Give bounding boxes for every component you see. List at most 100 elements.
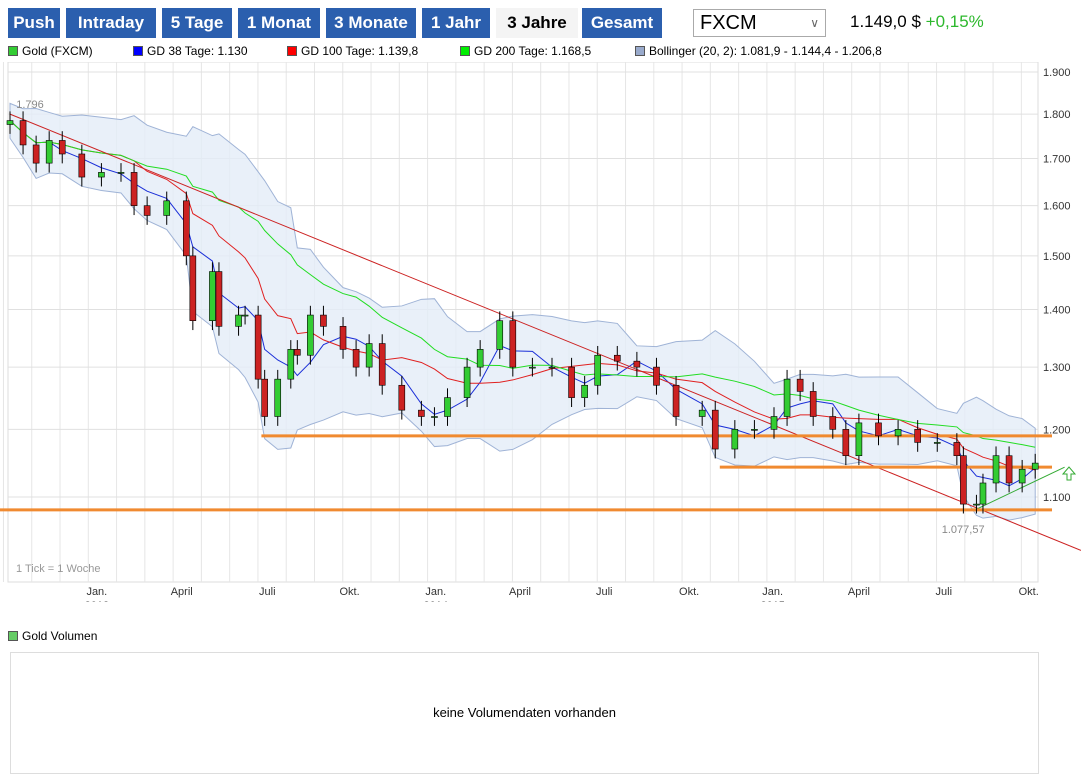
candle-body <box>933 442 941 444</box>
candle-body <box>58 140 66 155</box>
candle-body <box>209 271 216 321</box>
candle-body <box>653 366 660 386</box>
x-tick-year: 2014 <box>424 600 448 602</box>
y-tick-label: 1.400 <box>1043 304 1071 316</box>
candle-body <box>633 360 641 368</box>
x-tick-year: 2015 <box>760 600 784 602</box>
y-tick-label: 1.600 <box>1043 201 1071 213</box>
candle-body <box>1018 468 1026 484</box>
candle-body <box>294 349 301 356</box>
candle-body <box>731 429 739 450</box>
candle-body <box>117 172 125 174</box>
candle-body <box>143 205 151 216</box>
candle-body <box>672 384 680 417</box>
exchange-select-value: FXCM <box>700 12 757 34</box>
candle-body <box>875 422 882 437</box>
candle-body <box>98 172 105 178</box>
price-chart: 1.9001.8001.7001.6001.5001.4001.3001.200… <box>0 62 1081 602</box>
candle-body <box>914 429 921 443</box>
candle-body <box>509 320 517 368</box>
period-button-gesamt[interactable]: Gesamt <box>582 8 662 38</box>
period-button-intraday[interactable]: Intraday <box>66 8 156 38</box>
candle-body <box>711 409 719 450</box>
candle-body <box>973 503 980 506</box>
candle <box>209 262 216 331</box>
candle-body <box>45 140 53 164</box>
legend-item: GD 100 Tage: 1.139,8 <box>287 44 418 58</box>
period-button-push[interactable]: Push <box>8 8 60 38</box>
x-tick-label: April <box>509 586 531 598</box>
period-button-3-jahre[interactable]: 3 Jahre <box>496 8 578 38</box>
legend-swatch <box>460 46 470 56</box>
candle-body <box>78 153 86 178</box>
x-tick-year: 2013 <box>85 600 109 602</box>
candle-body <box>307 314 314 356</box>
candle-body <box>235 314 242 327</box>
legend-item: GD 200 Tage: 1.168,5 <box>460 44 591 58</box>
candle-body <box>770 416 778 430</box>
period-button-1-jahr[interactable]: 1 Jahr <box>422 8 490 38</box>
x-tick-label: April <box>171 586 193 598</box>
volume-legend-label: Gold Volumen <box>22 629 98 643</box>
price-annotation: 1.796 <box>16 99 44 111</box>
candle-body <box>829 416 837 430</box>
candle-body <box>960 455 967 505</box>
candle-body <box>320 314 327 327</box>
x-tick-label: Jan. <box>762 586 783 598</box>
y-tick-label: 1.800 <box>1043 109 1071 121</box>
candle-body <box>1005 455 1013 484</box>
candle-body <box>613 354 621 362</box>
legend-item: Bollinger (20, 2): 1.081,9 - 1.144,4 - 1… <box>635 44 882 58</box>
quote: 1.149,0 $ +0,15% <box>850 12 984 32</box>
candle <box>509 311 517 377</box>
candle-body <box>365 343 373 368</box>
candle-body <box>548 366 556 369</box>
legend-label: Bollinger (20, 2): 1.081,9 - 1.144,4 - 1… <box>649 44 882 58</box>
candle-body <box>581 384 588 398</box>
candle-body <box>796 378 804 392</box>
candle-body <box>431 416 438 418</box>
legend-label: Gold (FXCM) <box>22 44 93 58</box>
y-tick-label: 1.500 <box>1043 251 1071 263</box>
candle-body <box>287 349 295 380</box>
x-tick-label: Okt. <box>1019 586 1039 598</box>
candle-body <box>19 120 27 146</box>
legend-item: Gold (FXCM) <box>8 44 93 58</box>
x-tick-label: Okt. <box>339 586 359 598</box>
period-button-3-monate[interactable]: 3 Monate <box>326 8 416 38</box>
candle-body <box>163 200 171 216</box>
candle <box>254 305 262 389</box>
candle-body <box>183 200 190 257</box>
candle-body <box>398 384 406 411</box>
candle-body <box>444 397 451 417</box>
y-tick-label: 1.900 <box>1043 67 1071 79</box>
candle <box>183 191 190 266</box>
candle-body <box>241 314 249 317</box>
candle-body <box>261 378 268 417</box>
legend-swatch <box>635 46 645 56</box>
x-tick-label: April <box>848 586 870 598</box>
volume-swatch <box>8 631 18 641</box>
volume-legend: Gold Volumen <box>8 629 97 643</box>
candle-body <box>189 255 197 321</box>
exchange-select[interactable]: FXCM ∨ <box>693 9 826 37</box>
period-button-1-monat[interactable]: 1 Monat <box>238 8 320 38</box>
candle-body <box>32 144 40 164</box>
candle-body <box>783 378 791 417</box>
candle-body <box>352 349 360 368</box>
period-button-5-tage[interactable]: 5 Tage <box>162 8 232 38</box>
y-tick-label: 1.100 <box>1043 492 1071 504</box>
legend-label: GD 38 Tage: 1.130 <box>147 44 248 58</box>
y-tick-label: 1.300 <box>1043 362 1071 374</box>
chevron-down-icon: ∨ <box>810 16 819 30</box>
candle-body <box>953 442 961 457</box>
x-tick-label: Juli <box>259 586 276 598</box>
legend-label: GD 100 Tage: 1.139,8 <box>301 44 419 58</box>
candle-body <box>568 366 575 398</box>
candle-body <box>418 409 425 417</box>
candle-body <box>751 429 758 431</box>
legend-swatch <box>287 46 297 56</box>
quote-change: +0,15% <box>925 12 984 31</box>
legend-swatch <box>133 46 143 56</box>
x-tick-label: Juli <box>596 586 613 598</box>
